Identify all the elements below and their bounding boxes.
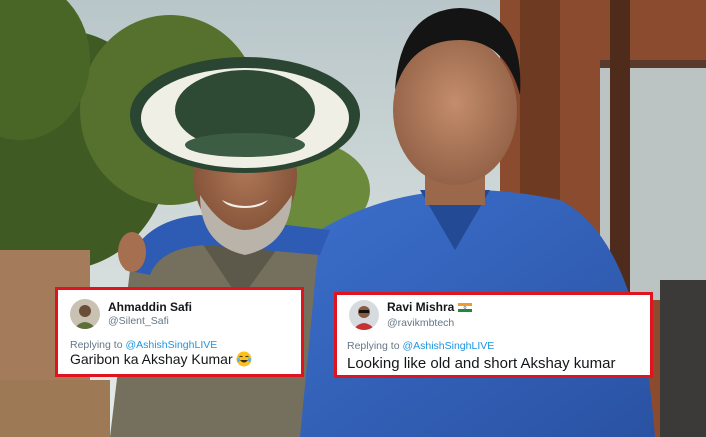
- reply-line: Replying to @AshishSinghLIVE: [347, 340, 494, 352]
- reply-line: Replying to @AshishSinghLIVE: [70, 339, 217, 351]
- india-flag-icon: [458, 301, 473, 312]
- user-handle[interactable]: @Silent_Safi: [108, 315, 169, 327]
- reply-prefix: Replying to: [347, 340, 403, 352]
- mention-link[interactable]: @AshishSinghLIVE: [125, 339, 217, 351]
- mention-link[interactable]: @AshishSinghLIVE: [402, 340, 494, 352]
- laughing-tears-emoji-icon: [236, 351, 252, 367]
- tweet-text: Garibon ka Akshay Kumar: [70, 351, 233, 367]
- tweet-text-line: Garibon ka Akshay Kumar: [70, 351, 252, 367]
- avatar[interactable]: [349, 300, 379, 330]
- user-name-line[interactable]: Ravi Mishra: [387, 300, 473, 314]
- tweet-text: Looking like old and short Akshay kumar: [347, 355, 616, 372]
- user-name[interactable]: Ahmaddin Safi: [108, 300, 192, 314]
- tweet-card[interactable]: Ahmaddin Safi @Silent_Safi Replying to @…: [55, 287, 304, 377]
- user-name[interactable]: Ravi Mishra: [387, 300, 454, 314]
- avatar[interactable]: [70, 299, 100, 329]
- tweet-card[interactable]: Ravi Mishra @ravikmbtech Replying to @As…: [334, 292, 653, 378]
- reply-prefix: Replying to: [70, 339, 126, 351]
- user-handle[interactable]: @ravikmbtech: [387, 317, 454, 329]
